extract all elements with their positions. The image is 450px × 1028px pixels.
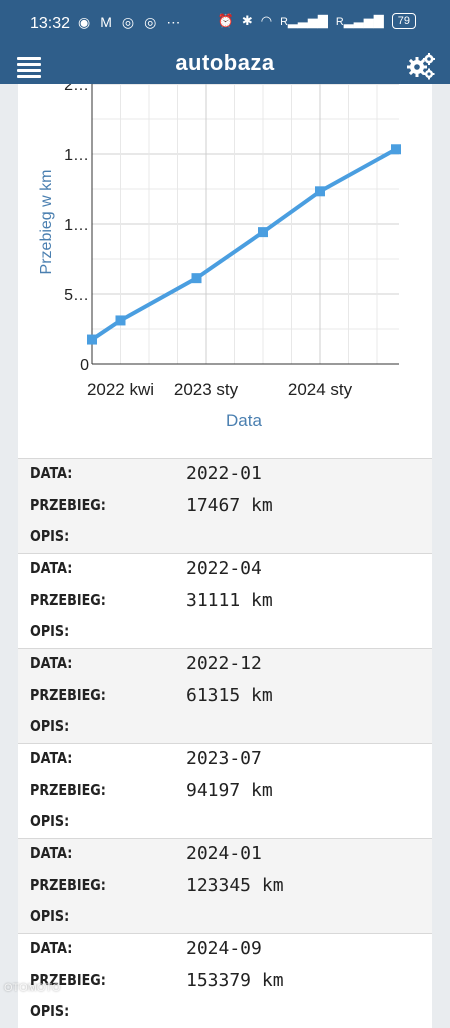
data-point xyxy=(115,315,126,326)
entry-date: 2022-01 xyxy=(186,463,262,484)
app-logo[interactable]: autobaza xyxy=(0,50,450,76)
data-point xyxy=(87,334,97,345)
date-label: DATA: xyxy=(30,559,73,577)
description-label: OPIS: xyxy=(30,907,70,925)
data-point xyxy=(391,144,401,155)
more-notifications-icon: ⋯ xyxy=(166,14,181,30)
x-tick-label: 2023 sty xyxy=(174,380,239,399)
signal-icon: R▂▃▅▇ xyxy=(280,13,328,28)
data-point xyxy=(315,186,325,197)
notification-icon: ◉ xyxy=(78,14,91,30)
watermark: OTOMOTO xyxy=(4,982,61,994)
entry-mileage: 94197 km xyxy=(186,780,273,801)
mileage-label: PRZEBIEG: xyxy=(30,591,106,609)
y-axis-label: Przebieg w km xyxy=(38,170,55,275)
status-time: 13:32 xyxy=(30,15,71,32)
entry-date: 2022-12 xyxy=(186,653,262,674)
date-label: DATA: xyxy=(30,464,73,482)
data-point xyxy=(258,227,268,238)
description-label: OPIS: xyxy=(30,1002,70,1020)
entry-date: 2024-09 xyxy=(186,938,262,959)
alarm-icon: ⏰ xyxy=(217,13,234,28)
x-tick-label: 2022 kwi xyxy=(87,380,154,399)
date-label: DATA: xyxy=(30,844,73,862)
mileage-label: PRZEBIEG: xyxy=(30,686,106,704)
date-label: DATA: xyxy=(30,939,73,957)
app-bar: autobaza xyxy=(0,48,450,84)
mileage-chart: 0 5… 1… 1… 2… 2022 kwi 2023 sty 2024 sty Przeb… xyxy=(38,84,401,430)
mileage-label: PRZEBIEG: xyxy=(30,876,106,894)
y-tick-label: 1… xyxy=(64,217,89,234)
mail-icon: M xyxy=(100,14,112,30)
description-label: OPIS: xyxy=(30,527,70,545)
date-label: DATA: xyxy=(30,749,73,767)
description-label: OPIS: xyxy=(30,622,70,640)
entry-mileage: 61315 km xyxy=(186,685,273,706)
mileage-label: PRZEBIEG: xyxy=(30,781,106,799)
date-label: DATA: xyxy=(30,654,73,672)
wifi-icon: ◠ xyxy=(260,13,273,28)
notification-icons: ◉ M ◎ ◎ ⋯ xyxy=(78,14,180,31)
bluetooth-icon: ✱ xyxy=(241,13,253,28)
mileage-entry: DATA: PRZEBIEG: OPIS: 2022-12 61315 km xyxy=(18,648,432,743)
y-tick-label: 2… xyxy=(64,84,89,94)
entry-date: 2022-04 xyxy=(186,558,262,579)
status-bar: 13:32 ◉ M ◎ ◎ ⋯ ⏰ ✱ ◠ R▂▃▅▇ R▂▃▅▇ 79 xyxy=(0,0,450,48)
y-tick-label: 5… xyxy=(64,287,89,304)
y-tick-label: 0 xyxy=(80,357,89,374)
description-label: OPIS: xyxy=(30,812,70,830)
mileage-entry: DATA: PRZEBIEG: OPIS: 2023-07 94197 km xyxy=(18,743,432,838)
chrome-icon: ◎ xyxy=(144,14,157,30)
signal-icon: R▂▃▅▇ xyxy=(335,13,384,28)
entry-mileage: 17467 km xyxy=(186,495,273,516)
mileage-entry: DATA: PRZEBIEG: OPIS: 2022-04 31111 km xyxy=(18,553,432,648)
mileage-entry: DATA: PRZEBIEG: OPIS: 2022-01 17467 km xyxy=(18,458,432,553)
mileage-entry: DATA: PRZEBIEG: OPIS: 2024-09 153379 km xyxy=(18,933,432,1028)
description-label: OPIS: xyxy=(30,717,70,735)
data-point xyxy=(191,273,202,284)
entry-mileage: 123345 km xyxy=(186,875,284,896)
mileage-label: PRZEBIEG: xyxy=(30,496,106,514)
entry-mileage: 31111 km xyxy=(186,590,273,611)
system-icons: ⏰ ✱ ◠ R▂▃▅▇ R▂▃▅▇ 79 xyxy=(218,13,416,29)
x-axis-label: Data xyxy=(226,411,262,430)
entry-mileage: 153379 km xyxy=(186,970,284,991)
entry-date: 2023-07 xyxy=(186,748,262,769)
entry-date: 2024-01 xyxy=(186,843,262,864)
mileage-history-list: DATA: PRZEBIEG: OPIS: 2022-01 17467 km DATA: P… xyxy=(18,458,432,1028)
battery-icon: 79 xyxy=(391,13,416,29)
series-line xyxy=(90,147,397,342)
settings-gears-icon[interactable] xyxy=(406,52,436,80)
mileage-entry: DATA: PRZEBIEG: OPIS: 2024-01 123345 km xyxy=(18,838,432,933)
x-tick-label: 2024 sty xyxy=(288,380,353,399)
y-tick-label: 1… xyxy=(64,147,89,164)
chrome-icon: ◎ xyxy=(121,14,135,30)
chart-card: 0 5… 1… 1… 2… 2022 kwi 2023 sty 2024 sty Przeb… xyxy=(18,84,432,458)
